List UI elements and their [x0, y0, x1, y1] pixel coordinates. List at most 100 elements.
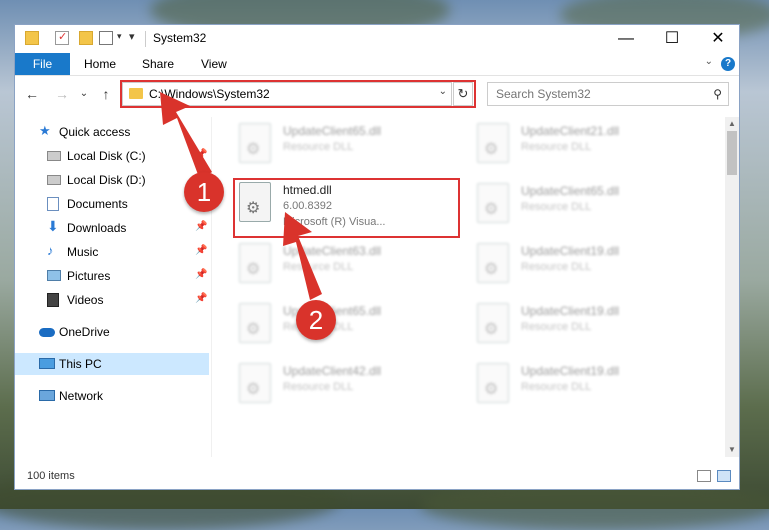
download-icon: ⬇	[47, 218, 59, 234]
file-tile[interactable]: ⚙ UpdateClient65.dll Resource DLL	[235, 301, 465, 351]
sidebar-item-onedrive[interactable]: OneDrive	[15, 321, 209, 343]
sidebar-item-local-disk-c[interactable]: Local Disk (C:) 📌	[15, 145, 209, 167]
sidebar-item-label: Downloads	[67, 221, 127, 235]
window-title: System32	[153, 31, 207, 45]
dropdown-arrow-icon[interactable]: ▾	[117, 31, 122, 42]
dll-file-icon: ⚙	[239, 243, 271, 283]
network-icon	[39, 390, 55, 401]
sidebar-item-label: Pictures	[67, 269, 111, 283]
sidebar-item-label: Local Disk (D:)	[67, 173, 146, 187]
documents-icon	[47, 197, 59, 211]
pin-icon[interactable]: 📌	[195, 269, 207, 280]
search-box[interactable]: ⚲	[487, 82, 729, 106]
minimize-button[interactable]: —	[603, 25, 649, 53]
back-button[interactable]: ←	[23, 85, 41, 103]
customize-toolbar-icon[interactable]	[99, 31, 113, 45]
computer-icon	[39, 358, 55, 369]
file-tile[interactable]: ⚙ UpdateClient21.dll Resource DLL	[473, 121, 703, 171]
scroll-thumb[interactable]	[727, 131, 737, 175]
recent-locations-button[interactable]: ⌄	[75, 85, 93, 103]
dll-file-icon: ⚙	[477, 183, 509, 223]
file-type: Resource DLL	[521, 321, 592, 333]
pin-icon[interactable]: 📌	[195, 149, 207, 160]
new-folder-icon[interactable]	[79, 31, 93, 45]
dll-file-icon: ⚙	[477, 363, 509, 403]
file-tile[interactable]: ⚙ UpdateClient63.dll Resource DLL	[235, 241, 465, 291]
file-name: UpdateClient19.dll	[521, 364, 620, 378]
sidebar-item-videos[interactable]: Videos 📌	[15, 289, 209, 311]
sidebar-item-label: Documents	[67, 197, 128, 211]
quick-access-menu-icon[interactable]: ▾	[129, 30, 135, 43]
dll-file-icon: ⚙	[477, 123, 509, 163]
tab-file[interactable]: File	[15, 53, 70, 75]
sidebar-item-label: Quick access	[59, 125, 131, 139]
pin-icon[interactable]: 📌	[195, 293, 207, 304]
pin-icon[interactable]: 📌	[195, 221, 207, 232]
sidebar-item-network[interactable]: Network	[15, 385, 209, 407]
sidebar-item-label: Videos	[67, 293, 104, 307]
sidebar-item-label: Music	[67, 245, 99, 259]
dll-file-icon: ⚙	[239, 303, 271, 343]
properties-icon[interactable]: ✓	[55, 31, 69, 45]
file-name: UpdateClient65.dll	[521, 184, 620, 198]
file-name: UpdateClient63.dll	[283, 244, 382, 258]
tab-share[interactable]: Share	[142, 53, 174, 75]
scroll-up-icon[interactable]: ▲	[725, 117, 739, 131]
file-list: ⚙ UpdateClient65.dll Resource DLL ⚙ htme…	[215, 117, 723, 457]
scroll-down-icon[interactable]: ▼	[725, 443, 739, 457]
star-icon: ★	[39, 123, 51, 138]
tab-view[interactable]: View	[201, 53, 227, 75]
dll-file-icon: ⚙	[477, 243, 509, 283]
file-tile[interactable]: ⚙ UpdateClient19.dll Resource DLL	[473, 361, 703, 411]
dll-file-icon: ⚙	[239, 363, 271, 403]
sidebar-item-downloads[interactable]: ⬇ Downloads 📌	[15, 217, 209, 239]
file-name: UpdateClient21.dll	[521, 124, 620, 138]
drive-icon	[47, 151, 61, 161]
dll-file-icon: ⚙	[477, 303, 509, 343]
file-type: Resource DLL	[283, 381, 354, 393]
file-name: UpdateClient65.dll	[283, 124, 382, 138]
file-tile[interactable]: ⚙ UpdateClient19.dll Resource DLL	[473, 241, 703, 291]
close-button[interactable]: ✕	[695, 25, 739, 53]
file-highlight-box	[233, 178, 460, 238]
sidebar-item-music[interactable]: ♪ Music 📌	[15, 241, 209, 263]
sidebar-item-this-pc[interactable]: This PC	[15, 353, 209, 375]
file-type: Resource DLL	[283, 261, 354, 273]
help-icon[interactable]: ?	[721, 57, 735, 71]
sidebar-item-quick-access[interactable]: ★ Quick access	[15, 121, 209, 143]
videos-icon	[47, 293, 59, 307]
item-count: 100 items	[27, 470, 75, 482]
navigation-pane: ★ Quick access Local Disk (C:) 📌 Local D…	[15, 117, 211, 457]
drive-icon	[47, 175, 61, 185]
pane-divider[interactable]	[211, 117, 212, 457]
pictures-icon	[47, 270, 61, 281]
sidebar-item-local-disk-d[interactable]: Local Disk (D:)	[15, 169, 209, 191]
file-tile[interactable]: ⚙ UpdateClient65.dll Resource DLL	[235, 121, 465, 171]
file-tile[interactable]: ⚙ UpdateClient19.dll Resource DLL	[473, 301, 703, 351]
details-view-icon[interactable]	[697, 470, 711, 482]
search-icon[interactable]: ⚲	[713, 87, 722, 101]
search-input[interactable]	[494, 86, 698, 102]
large-icons-view-icon[interactable]	[717, 470, 731, 482]
file-type: Resource DLL	[521, 261, 592, 273]
sidebar-item-documents[interactable]: Documents 📌	[15, 193, 209, 215]
music-icon: ♪	[47, 243, 54, 258]
tab-home[interactable]: Home	[84, 53, 116, 75]
file-tile[interactable]: ⚙ UpdateClient42.dll Resource DLL	[235, 361, 465, 411]
dll-file-icon: ⚙	[239, 123, 271, 163]
file-type: Resource DLL	[521, 141, 592, 153]
file-name: UpdateClient42.dll	[283, 364, 382, 378]
file-name: UpdateClient19.dll	[521, 244, 620, 258]
ribbon-tabs: File Home Share View ⌄ ?	[15, 53, 739, 76]
forward-button[interactable]: →	[53, 85, 71, 103]
maximize-button[interactable]: ☐	[649, 25, 695, 53]
up-button[interactable]: ↑	[97, 85, 115, 103]
file-type: Resource DLL	[521, 381, 592, 393]
file-tile[interactable]: ⚙ UpdateClient65.dll Resource DLL	[473, 181, 703, 231]
folder-icon[interactable]	[25, 31, 39, 45]
file-name: UpdateClient19.dll	[521, 304, 620, 318]
pin-icon[interactable]: 📌	[195, 245, 207, 256]
vertical-scrollbar[interactable]: ▲ ▼	[725, 117, 739, 457]
sidebar-item-pictures[interactable]: Pictures 📌	[15, 265, 209, 287]
expand-ribbon-icon[interactable]: ⌄	[705, 56, 713, 67]
